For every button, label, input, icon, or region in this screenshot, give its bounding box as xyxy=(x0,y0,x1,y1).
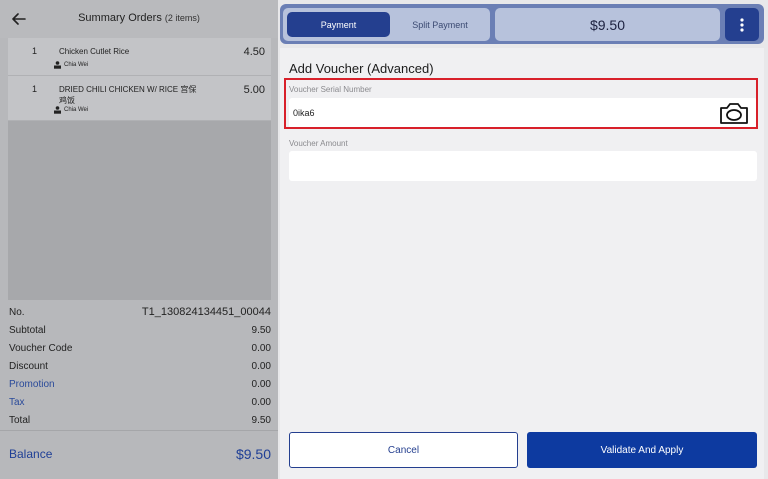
subtotal-value: 9.50 xyxy=(251,324,271,336)
item-name: DRIED CHILI CHICKEN W/ RICE 宫保鸡饭 xyxy=(59,85,197,105)
discount-value: 0.00 xyxy=(251,360,271,372)
payment-mode-switch: Payment Split Payment xyxy=(283,8,490,41)
cancel-button[interactable]: Cancel xyxy=(289,432,518,468)
voucher-code-label: Voucher Code xyxy=(9,342,73,354)
serial-number-field[interactable]: 0ika6 xyxy=(289,98,757,128)
total-row: Total 9.50 xyxy=(9,413,271,427)
item-staff: Chia Wei xyxy=(53,106,88,114)
camera-icon xyxy=(720,103,748,124)
order-number-value: T1_130824134451_00044 xyxy=(141,306,271,318)
promotion-row[interactable]: Promotion 0.00 xyxy=(9,377,271,391)
tab-payment[interactable]: Payment xyxy=(287,12,390,37)
item-price: 5.00 xyxy=(243,84,265,96)
voucher-code-value: 0.00 xyxy=(251,342,271,354)
order-number-label: No. xyxy=(9,306,25,318)
tax-row[interactable]: Tax 0.00 xyxy=(9,395,271,409)
promotion-value: 0.00 xyxy=(251,378,271,390)
promotion-label[interactable]: Promotion xyxy=(9,379,55,390)
serial-number-label: Voucher Serial Number xyxy=(289,85,372,94)
balance-row: Balance $9.50 xyxy=(9,446,271,462)
voucher-amount-label: Voucher Amount xyxy=(289,139,348,148)
payment-topbar: Payment Split Payment $9.50 xyxy=(280,4,764,44)
total-label: Total xyxy=(9,414,31,426)
balance-label: Balance xyxy=(9,447,53,461)
voucher-code-row: Voucher Code 0.00 xyxy=(9,341,271,355)
item-count: (2 items) xyxy=(164,13,200,23)
divider xyxy=(0,430,278,431)
balance-value: $9.50 xyxy=(235,446,271,462)
subtotal-label: Subtotal xyxy=(9,324,46,336)
tab-split-payment[interactable]: Split Payment xyxy=(393,12,487,37)
tax-value: 0.00 xyxy=(251,396,271,408)
item-staff: Chia Wei xyxy=(53,61,88,69)
chef-icon xyxy=(54,106,61,114)
item-qty: 1 xyxy=(32,46,38,56)
discount-row: Discount 0.00 xyxy=(9,359,271,373)
order-number-row: No. T1_130824134451_00044 xyxy=(9,305,271,319)
more-vertical-icon xyxy=(740,17,744,32)
more-menu-button[interactable] xyxy=(725,8,759,41)
tax-label[interactable]: Tax xyxy=(9,397,25,408)
payment-total: $9.50 xyxy=(495,8,720,41)
order-list: 1 Chicken Cutlet Rice 4.50 Chia Wei 1 DR… xyxy=(8,38,271,300)
item-staff-name: Chia Wei xyxy=(64,62,89,68)
page-title: Add Voucher (Advanced) xyxy=(289,61,434,76)
item-staff-name: Chia Wei xyxy=(64,107,89,113)
voucher-amount-field[interactable] xyxy=(289,151,757,181)
total-value: 9.50 xyxy=(251,414,271,426)
scan-button[interactable] xyxy=(719,101,749,125)
add-voucher-panel: Add Voucher (Advanced) Voucher Serial Nu… xyxy=(280,48,764,479)
order-summary-header: Summary Orders (2 items) xyxy=(0,0,278,38)
list-item[interactable]: 1 Chicken Cutlet Rice 4.50 Chia Wei xyxy=(8,38,271,76)
validate-and-apply-button[interactable]: Validate And Apply xyxy=(527,432,757,468)
item-qty: 1 xyxy=(32,84,38,94)
list-item[interactable]: 1 DRIED CHILI CHICKEN W/ RICE 宫保鸡饭 5.00 … xyxy=(8,76,271,121)
chef-icon xyxy=(54,61,61,69)
discount-label: Discount xyxy=(9,360,48,372)
subtotal-row: Subtotal 9.50 xyxy=(9,323,271,337)
order-summary-panel: Summary Orders (2 items) 1 Chicken Cutle… xyxy=(0,0,278,479)
item-price: 4.50 xyxy=(243,46,265,58)
item-name: Chicken Cutlet Rice xyxy=(59,47,130,56)
summary-title-text: Summary Orders xyxy=(78,12,162,24)
order-summary-title: Summary Orders (2 items) xyxy=(0,12,278,24)
serial-number-value: 0ika6 xyxy=(293,108,315,118)
